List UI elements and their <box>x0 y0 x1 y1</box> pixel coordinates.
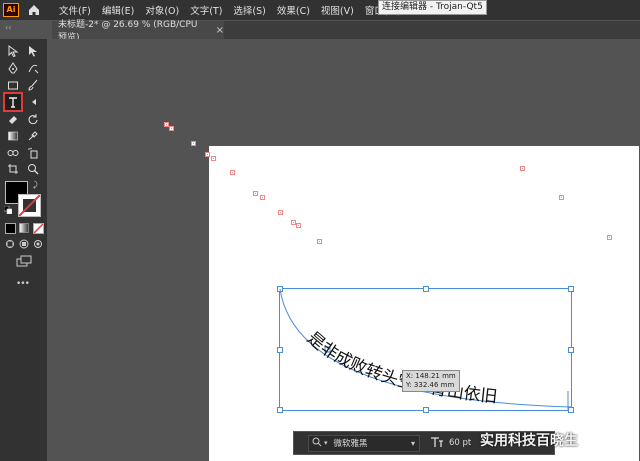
menu-type[interactable]: 文字(T) <box>190 3 222 17</box>
zoom-tool-icon[interactable] <box>25 161 41 177</box>
search-icon <box>312 437 322 450</box>
document-tab[interactable]: 未标题-2* @ 26.69 % (RGB/CPU 预览) × <box>52 20 224 43</box>
close-icon[interactable]: × <box>216 25 224 36</box>
path-text[interactable]: 是非成败转头空，青山依旧 <box>303 328 498 407</box>
document-tab-bar: 未标题-2* @ 26.69 % (RGB/CPU 预览) × <box>52 20 640 43</box>
dropdown-arrow-icon[interactable]: ▾ <box>411 439 415 448</box>
menu-effect[interactable]: 效果(C) <box>277 3 310 17</box>
rotate-tool-icon[interactable] <box>25 111 41 127</box>
swap-fill-stroke-icon[interactable]: ⤸ <box>33 180 38 190</box>
draw-normal-icon[interactable] <box>5 239 15 252</box>
eraser-tool-icon[interactable] <box>5 111 21 127</box>
none-mode-icon[interactable] <box>33 223 44 234</box>
stroke-swatch[interactable] <box>18 194 41 217</box>
rectangle-tool-icon[interactable] <box>5 77 21 93</box>
default-colors-icon[interactable] <box>3 205 13 215</box>
artboard-tool-icon[interactable] <box>5 161 21 177</box>
color-mode-icon[interactable] <box>5 223 16 234</box>
app-logo: Ai <box>3 3 19 17</box>
coordinate-y: Y: 332.46 mm <box>406 381 455 389</box>
tools-panel: ‹‹ ⤸ ••• <box>0 23 47 461</box>
cursor-coordinate-readout: X: 148.21 mm Y: 332.46 mm <box>402 370 460 392</box>
symbol-sprayer-tool-icon[interactable] <box>25 145 41 161</box>
paintbrush-tool-icon[interactable] <box>25 77 41 93</box>
watermark-text: 实用科技百晓生 <box>480 433 578 449</box>
coordinate-x: X: 148.21 mm <box>406 372 456 380</box>
gradient-tool-icon[interactable] <box>5 128 21 144</box>
watermark: 实用科技百晓生 <box>480 430 578 450</box>
window-tooltip: 连接编辑器 - Trojan-Qt5 <box>378 0 487 15</box>
font-size-value[interactable]: 60 pt <box>449 438 471 448</box>
eyedropper-tool-icon[interactable] <box>25 128 41 144</box>
draw-inside-icon[interactable] <box>33 239 43 252</box>
font-family-value: 微软雅黑 <box>333 439 368 449</box>
text-on-path-layer[interactable]: 是非成败转头空，青山依旧 <box>47 39 640 461</box>
direct-selection-tool-icon[interactable] <box>25 43 41 59</box>
path-text-content: 是非成败转头空，青山依旧 <box>303 328 498 407</box>
type-tool-icon[interactable] <box>3 92 23 112</box>
curvature-tool-icon[interactable] <box>25 60 41 76</box>
menu-edit[interactable]: 编辑(E) <box>102 3 134 17</box>
menu-select[interactable]: 选择(S) <box>233 3 265 17</box>
menu-file[interactable]: 文件(F) <box>59 3 91 17</box>
menu-object[interactable]: 对象(O) <box>145 3 179 17</box>
font-family-field[interactable]: ▾ 微软雅黑 ▾ <box>308 434 420 452</box>
screen-mode-icon[interactable] <box>16 255 32 270</box>
touch-type-tool-icon[interactable] <box>25 94 41 110</box>
font-size-icon <box>430 436 444 451</box>
edit-toolbar-icon[interactable]: ••• <box>16 279 30 289</box>
draw-behind-icon[interactable] <box>19 239 29 252</box>
gradient-mode-icon[interactable] <box>19 223 29 233</box>
selection-tool-icon[interactable] <box>5 43 21 59</box>
pen-tool-icon[interactable] <box>5 60 21 76</box>
home-icon[interactable] <box>27 3 41 17</box>
menu-view[interactable]: 视图(V) <box>321 3 354 17</box>
chevron-down-icon[interactable]: ▾ <box>324 439 328 447</box>
canvas-area[interactable]: 是非成败转头空，青山依旧 X: 148.21 mm Y: 332.46 mm <box>47 39 640 461</box>
panel-collapse-handle[interactable]: ‹‹ <box>5 23 11 32</box>
blend-tool-icon[interactable] <box>5 145 21 161</box>
